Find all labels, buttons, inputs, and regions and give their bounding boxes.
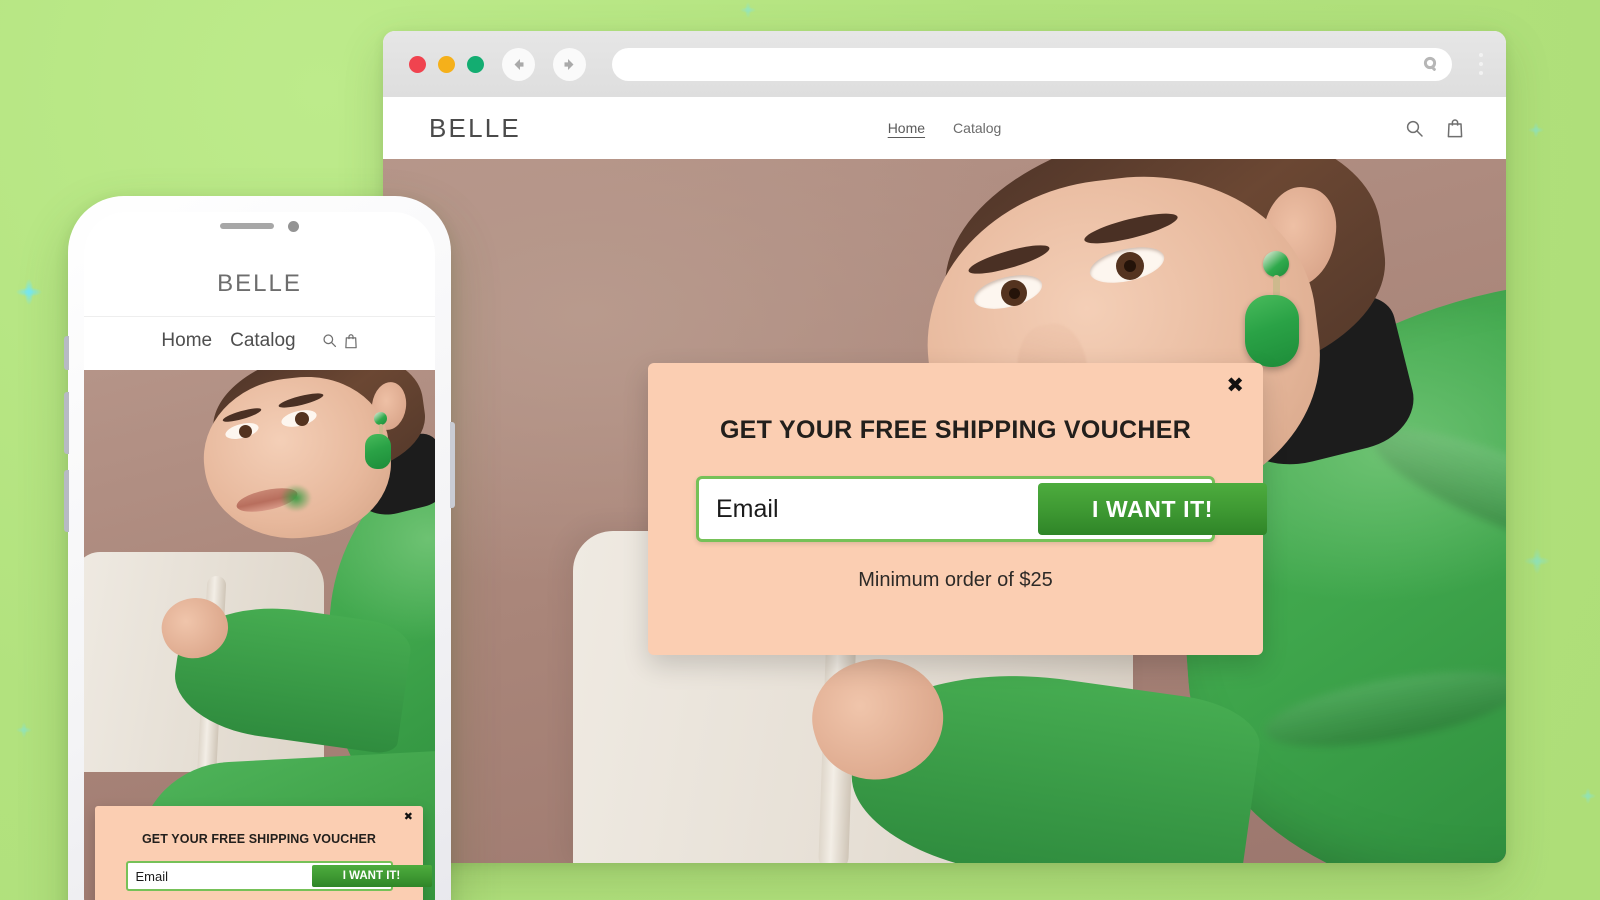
browser-toolbar <box>383 31 1506 97</box>
earring-wire <box>1273 275 1280 297</box>
sparkle-decoration <box>740 2 756 18</box>
nav-item-home[interactable]: Home <box>888 120 925 136</box>
model-pupil <box>1124 260 1136 272</box>
window-traffic-lights[interactable] <box>409 55 484 73</box>
nav-item-catalog[interactable]: Catalog <box>953 120 1001 136</box>
kebab-menu-icon <box>1479 53 1483 57</box>
earring-drop <box>365 434 391 469</box>
back-button[interactable] <box>502 47 535 81</box>
earring-drop <box>1245 295 1299 367</box>
model-iris <box>295 412 309 426</box>
shopping-bag-icon[interactable] <box>344 333 358 349</box>
modal-note: Minimum order of $25 <box>858 569 1053 591</box>
submit-button[interactable]: I WANT IT! <box>1038 483 1267 535</box>
sparkle-decoration <box>1580 788 1596 804</box>
phone-header-icons <box>322 333 358 349</box>
search-icon[interactable] <box>1405 119 1424 138</box>
back-arrow-icon <box>514 58 524 70</box>
search-icon[interactable] <box>322 333 337 348</box>
phone-site-nav: Home Catalog <box>84 316 435 364</box>
browser-menu-button[interactable] <box>1470 48 1492 81</box>
phone-modal-title: GET YOUR FREE SHIPPING VOUCHER <box>141 832 377 846</box>
forward-button[interactable] <box>553 47 586 81</box>
shopping-bag-icon[interactable] <box>1446 118 1464 138</box>
maximize-window-button[interactable] <box>467 55 484 73</box>
phone-hero-photo: ✖ GET YOUR FREE SHIPPING VOUCHER I WANT … <box>84 370 435 900</box>
sparkle-decoration <box>16 279 42 305</box>
site-nav: Home Catalog <box>383 120 1506 136</box>
phone-nav-item-catalog[interactable]: Catalog <box>230 330 296 352</box>
green-makeup-accent <box>280 484 312 512</box>
phone-notch <box>164 212 355 240</box>
close-icon[interactable]: ✖ <box>1226 375 1244 396</box>
phone-volume-up-button[interactable] <box>64 392 69 454</box>
phone-email-input[interactable] <box>129 865 312 887</box>
voucher-form: I WANT IT! <box>696 476 1267 542</box>
header-icons <box>1405 118 1464 138</box>
forward-arrow-icon <box>564 58 574 70</box>
phone-voucher-form: I WANT IT! <box>125 861 432 891</box>
sparkle-decoration <box>1524 548 1550 574</box>
browser-window: BELLE Home Catalog ✖ GET YOUR FREE SHIPP… <box>383 31 1506 863</box>
phone-power-button[interactable] <box>450 422 455 508</box>
search-icon[interactable] <box>1423 56 1440 73</box>
phone-speaker-icon <box>220 223 274 229</box>
kebab-menu-icon <box>1479 71 1483 75</box>
phone-mute-switch[interactable] <box>64 336 69 370</box>
phone-voucher-modal: ✖ GET YOUR FREE SHIPPING VOUCHER I WANT … <box>95 806 432 900</box>
close-icon[interactable]: ✖ <box>404 811 413 822</box>
earring-stud <box>1263 251 1289 277</box>
earring-wire <box>379 424 383 434</box>
phone-screen: BELLE Home Catalog ✖ GET YOUR FREE SHIPP… <box>84 212 435 900</box>
model-iris <box>239 425 252 438</box>
site-header: BELLE Home Catalog <box>383 97 1506 159</box>
phone-volume-down-button[interactable] <box>64 470 69 532</box>
phone-camera-icon <box>288 220 299 232</box>
kebab-menu-icon <box>1479 62 1483 66</box>
address-bar[interactable] <box>612 47 1452 81</box>
email-input[interactable] <box>703 483 1038 535</box>
modal-title: GET YOUR FREE SHIPPING VOUCHER <box>719 416 1192 444</box>
minimize-window-button[interactable] <box>438 55 455 73</box>
hero-photo: ✖ GET YOUR FREE SHIPPING VOUCHER I WANT … <box>383 159 1506 863</box>
phone-submit-button[interactable]: I WANT IT! <box>311 865 432 887</box>
phone-nav-item-home[interactable]: Home <box>161 330 212 352</box>
site-brand: BELLE <box>429 112 521 143</box>
sparkle-decoration <box>1528 122 1544 138</box>
voucher-modal: ✖ GET YOUR FREE SHIPPING VOUCHER I WANT … <box>648 363 1267 655</box>
close-window-button[interactable] <box>409 55 426 73</box>
model-pupil <box>1009 288 1020 299</box>
phone-mockup: BELLE Home Catalog ✖ GET YOUR FREE SHIPP… <box>64 196 455 900</box>
sparkle-decoration <box>16 722 32 738</box>
